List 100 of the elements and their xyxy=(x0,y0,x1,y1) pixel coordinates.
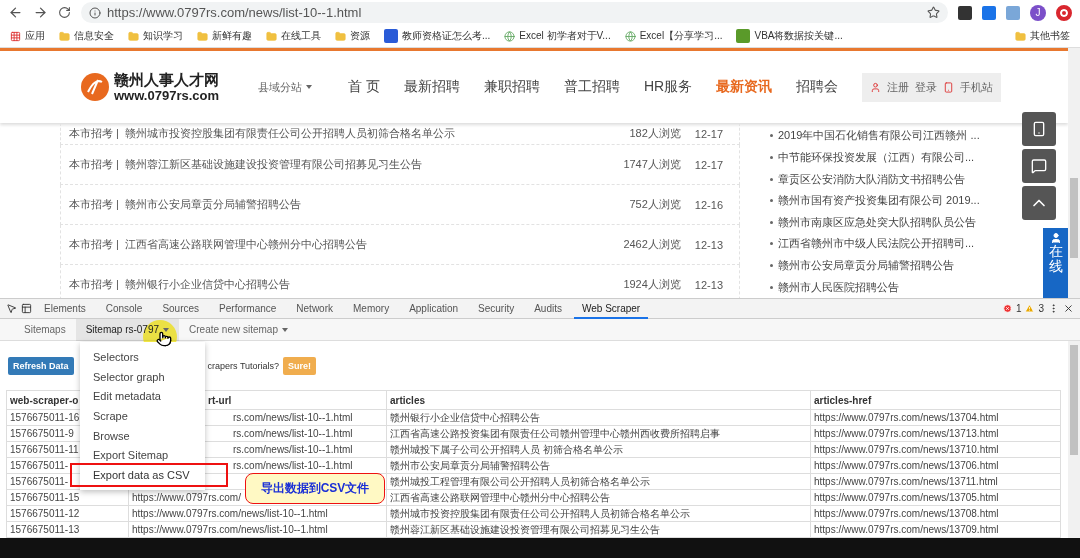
devtools-tab[interactable]: Memory xyxy=(345,298,398,319)
extension-icon[interactable] xyxy=(958,5,972,20)
column-header: articles-href xyxy=(810,390,1061,410)
menu-item[interactable]: Selector graph xyxy=(80,367,205,388)
opera-icon[interactable] xyxy=(1056,4,1072,21)
reload-icon[interactable] xyxy=(58,6,71,19)
phone-icon xyxy=(1031,121,1047,137)
device-icon[interactable] xyxy=(21,303,32,314)
devtools-tab[interactable]: Sources xyxy=(154,298,208,319)
bookmark[interactable]: 资源 xyxy=(335,29,370,43)
devtools-tab[interactable]: Application xyxy=(401,298,467,319)
inspect-icon[interactable] xyxy=(6,303,17,314)
bookmark[interactable]: VBA将数据按关键... xyxy=(736,29,843,43)
nav-link[interactable]: 普工招聘 xyxy=(563,78,620,96)
caret-icon xyxy=(306,85,312,89)
globe-icon xyxy=(504,30,516,42)
page-scrollbar[interactable] xyxy=(1068,48,1080,298)
devtools-tab[interactable]: Audits xyxy=(526,298,570,319)
folder-icon xyxy=(335,30,346,42)
devtools-tab[interactable]: Network xyxy=(288,298,341,319)
news-title[interactable]: 赣州蓉江新区基础设施建设投资管理有限公司招募见习生公告 xyxy=(124,157,618,172)
news-title[interactable]: 赣州城市投资控股集团有限责任公司公开招聘人员初筛合格名单公示 xyxy=(124,126,624,141)
branch-dropdown[interactable]: 县域分站 xyxy=(258,79,302,95)
view-count: 2462人浏览 xyxy=(623,237,681,252)
address-field[interactable]: https://www.0797rs.com/news/list-10--1.html xyxy=(81,2,948,23)
back-to-top-button[interactable] xyxy=(1022,186,1056,220)
error-count: 1 xyxy=(1015,303,1022,314)
side-link[interactable]: 中节能环保投资发展（江西）有限公司... xyxy=(778,149,975,165)
table-cell: 1576675011-12 xyxy=(6,505,129,522)
forward-icon[interactable] xyxy=(33,5,48,20)
side-link[interactable]: 赣州市公安局章贡分局辅警招聘公告 xyxy=(778,258,954,274)
other-bookmarks[interactable]: 其他书签 xyxy=(1015,29,1070,43)
bookmark[interactable]: 应用 xyxy=(10,29,45,43)
star-icon[interactable] xyxy=(927,6,940,19)
nav-link[interactable]: 兼职招聘 xyxy=(483,78,540,96)
table-cell: https://www.0797rs.com/news/list-10--1.html xyxy=(128,521,387,538)
devtools-tab[interactable]: Elements xyxy=(36,298,94,319)
mobile-button[interactable] xyxy=(1022,112,1056,146)
logo-icon xyxy=(80,72,110,102)
table-cell: 江西省高速公路联网管理中心赣州分中心招聘公告 xyxy=(386,489,811,506)
devtools-tab[interactable]: Console xyxy=(97,298,151,319)
news-category: 本市招考 | xyxy=(69,126,119,141)
table-cell: 赣州市公安局章贡分局辅警招聘公告 xyxy=(386,457,811,474)
news-title[interactable]: 江西省高速公路联网管理中心赣州分中心招聘公告 xyxy=(124,237,618,252)
side-link[interactable]: 江西省赣州市中级人民法院公开招聘司... xyxy=(778,236,975,252)
nav-link[interactable]: HR服务 xyxy=(643,78,693,96)
logo-title: 赣州人事人才网 xyxy=(114,71,219,88)
devtools-tab[interactable]: Security xyxy=(470,298,523,319)
view-count: 1924人浏览 xyxy=(623,277,681,292)
login-link[interactable]: 登录 xyxy=(915,79,938,95)
news-date: 12-13 xyxy=(694,278,723,291)
side-link[interactable]: 章贡区公安消防大队消防文书招聘公告 xyxy=(778,171,965,187)
profile-avatar[interactable]: J xyxy=(1030,4,1046,21)
menu-item[interactable]: Selectors xyxy=(80,348,205,368)
globe-icon xyxy=(624,30,636,42)
news-date: 12-16 xyxy=(694,198,723,211)
table-cell: https://www.0797rs.com/news/13708.html xyxy=(810,505,1061,522)
sheet-icon xyxy=(736,29,751,43)
table-cell: https://www.0797rs.com/news/13706.html xyxy=(810,457,1061,474)
bullet-icon xyxy=(770,177,773,181)
sitemap-tab[interactable]: Sitemaps xyxy=(14,318,76,341)
mobile-link[interactable]: 手机站 xyxy=(960,79,994,95)
nav-link[interactable]: 招聘会 xyxy=(796,78,839,96)
chat-button[interactable] xyxy=(1022,149,1056,183)
table-cell: https://www.0797rs.com/news/13709.html xyxy=(810,521,1061,538)
bookmark[interactable]: 新鲜有趣 xyxy=(197,29,252,43)
table-cell: 1576675011-13 xyxy=(6,521,129,538)
folder-icon xyxy=(197,30,208,42)
side-link[interactable]: 赣州市南康区应急处突大队招聘队员公告 xyxy=(778,214,976,230)
nav-link[interactable]: 首 页 xyxy=(348,78,380,96)
bookmark[interactable]: Excel 初学者对于V... xyxy=(504,29,611,43)
bookmark[interactable]: 知识学习 xyxy=(128,29,183,43)
table-cell: 赣州银行小企业信贷中心招聘公告 xyxy=(386,409,811,426)
close-icon[interactable] xyxy=(1063,303,1074,314)
warning-count: 3 xyxy=(1038,303,1044,314)
refresh-data-button[interactable]: Refresh Data xyxy=(8,357,74,375)
news-title[interactable]: 赣州银行小企业信贷中心招聘公告 xyxy=(124,277,618,292)
table-cell: 赣州城投下属子公司公开招聘人员 初筛合格名单公示 xyxy=(386,441,811,458)
side-link[interactable]: 赣州市国有资产投资集团有限公司 2019... xyxy=(778,193,980,209)
side-link[interactable]: 2019年中国石化销售有限公司江西赣州 ... xyxy=(778,128,980,144)
online-service-tab[interactable]: 在线 xyxy=(1043,228,1068,298)
register-link[interactable]: 注册 xyxy=(887,79,910,95)
back-icon[interactable] xyxy=(8,5,23,20)
news-title[interactable]: 赣州市公安局章贡分局辅警招聘公告 xyxy=(124,197,624,212)
site-icon xyxy=(384,29,398,43)
view-count: 752人浏览 xyxy=(629,197,681,212)
bookmark[interactable]: Excel【分享学习... xyxy=(624,29,723,43)
news-date: 12-17 xyxy=(694,127,723,140)
bookmark[interactable]: 教师资格证怎么考... xyxy=(384,29,491,43)
tutorial-prompt: crapers Tutorials? xyxy=(207,361,280,371)
bookmark[interactable]: 在线工具 xyxy=(266,29,321,43)
news-date: 12-13 xyxy=(694,238,723,251)
side-link[interactable]: 赣州市人民医院招聘公告 xyxy=(778,279,899,295)
nav-link[interactable]: 最新招聘 xyxy=(403,78,460,96)
bookmark[interactable]: 信息安全 xyxy=(59,29,114,43)
url-text: https://www.0797rs.com/news/list-10--1.html xyxy=(107,5,362,20)
table-scrollbar[interactable] xyxy=(1068,341,1080,538)
devtools-tab[interactable]: Performance xyxy=(211,298,285,319)
sitemap-tab[interactable]: Create new sitemap xyxy=(179,318,298,341)
bullet-icon xyxy=(770,285,773,289)
